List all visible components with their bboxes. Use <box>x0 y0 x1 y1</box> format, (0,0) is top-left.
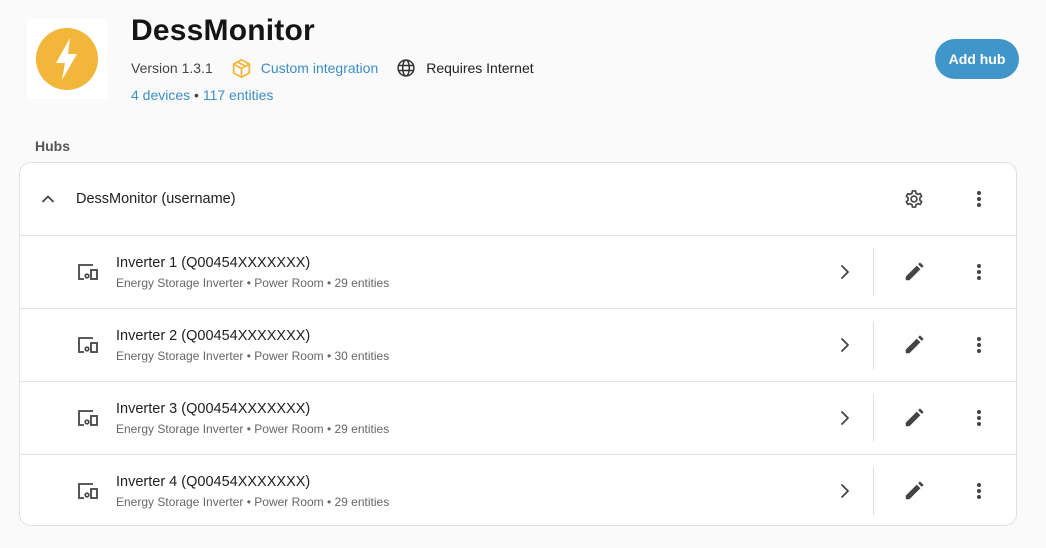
chevron-right-icon[interactable] <box>835 407 855 429</box>
device-subtitle: Energy Storage Inverter • Power Room • 2… <box>116 495 390 509</box>
divider <box>873 321 874 369</box>
custom-integration-label: Custom integration <box>260 60 379 76</box>
device-row[interactable]: Inverter 1 (Q00454XXXXXXX) Energy Storag… <box>20 236 1016 309</box>
chevron-right-icon[interactable] <box>835 261 855 283</box>
lightning-bolt-icon <box>36 28 98 90</box>
chevron-right-icon[interactable] <box>835 480 855 502</box>
more-vert-icon[interactable] <box>969 334 989 356</box>
device-row[interactable]: Inverter 2 (Q00454XXXXXXX) Energy Storag… <box>20 309 1016 382</box>
hubs-section-label: Hubs <box>35 138 70 154</box>
divider <box>873 394 874 442</box>
divider <box>873 248 874 296</box>
chevron-right-icon[interactable] <box>835 334 855 356</box>
device-name: Inverter 3 (Q00454XXXXXXX) <box>116 401 311 417</box>
integration-header: DessMonitor Version 1.3.1 Custom integra… <box>0 0 1046 120</box>
more-vert-icon[interactable] <box>969 480 989 502</box>
integration-counts: 4 devices • 117 entities <box>131 87 273 103</box>
requires-internet-badge: Requires Internet <box>396 58 534 78</box>
device-subtitle: Energy Storage Inverter • Power Room • 3… <box>116 349 390 363</box>
devices-icon <box>78 264 98 280</box>
device-subtitle: Energy Storage Inverter • Power Room • 2… <box>116 422 390 436</box>
counts-separator: • <box>190 87 203 103</box>
devices-icon <box>78 410 98 426</box>
devices-icon <box>78 483 98 499</box>
chevron-up-icon[interactable] <box>40 191 56 207</box>
page-title: DessMonitor <box>131 14 315 47</box>
devices-icon <box>78 337 98 353</box>
globe-icon <box>397 59 415 77</box>
integration-logo <box>27 19 107 99</box>
add-hub-button[interactable]: Add hub <box>935 39 1019 79</box>
gear-icon[interactable] <box>903 188 925 210</box>
divider <box>873 467 874 515</box>
device-subtitle: Energy Storage Inverter • Power Room • 2… <box>116 276 390 290</box>
device-row[interactable]: Inverter 3 (Q00454XXXXXXX) Energy Storag… <box>20 382 1016 455</box>
more-vert-icon[interactable] <box>969 407 989 429</box>
requires-internet-label: Requires Internet <box>426 60 534 76</box>
version-label: Version 1.3.1 <box>131 60 213 76</box>
hub-row[interactable]: DessMonitor (username) <box>20 163 1016 236</box>
pencil-icon[interactable] <box>903 334 925 356</box>
device-row[interactable]: Inverter 4 (Q00454XXXXXXX) Energy Storag… <box>20 455 1016 525</box>
hubs-card: DessMonitor (username) Inverter 1 (Q0045… <box>19 162 1017 526</box>
pencil-icon[interactable] <box>903 480 925 502</box>
entities-link[interactable]: 117 entities <box>203 87 274 103</box>
pencil-icon[interactable] <box>903 261 925 283</box>
custom-integration-badge[interactable]: Custom integration <box>231 58 379 79</box>
integration-meta: Version 1.3.1 Custom integration Require… <box>131 58 534 78</box>
package-icon <box>232 58 250 78</box>
hub-name: DessMonitor (username) <box>76 191 236 207</box>
pencil-icon[interactable] <box>903 407 925 429</box>
more-vert-icon[interactable] <box>969 261 989 283</box>
devices-link[interactable]: 4 devices <box>131 87 190 103</box>
device-name: Inverter 1 (Q00454XXXXXXX) <box>116 255 311 271</box>
device-name: Inverter 4 (Q00454XXXXXXX) <box>116 474 311 490</box>
more-vert-icon[interactable] <box>969 188 989 210</box>
device-name: Inverter 2 (Q00454XXXXXXX) <box>116 328 311 344</box>
